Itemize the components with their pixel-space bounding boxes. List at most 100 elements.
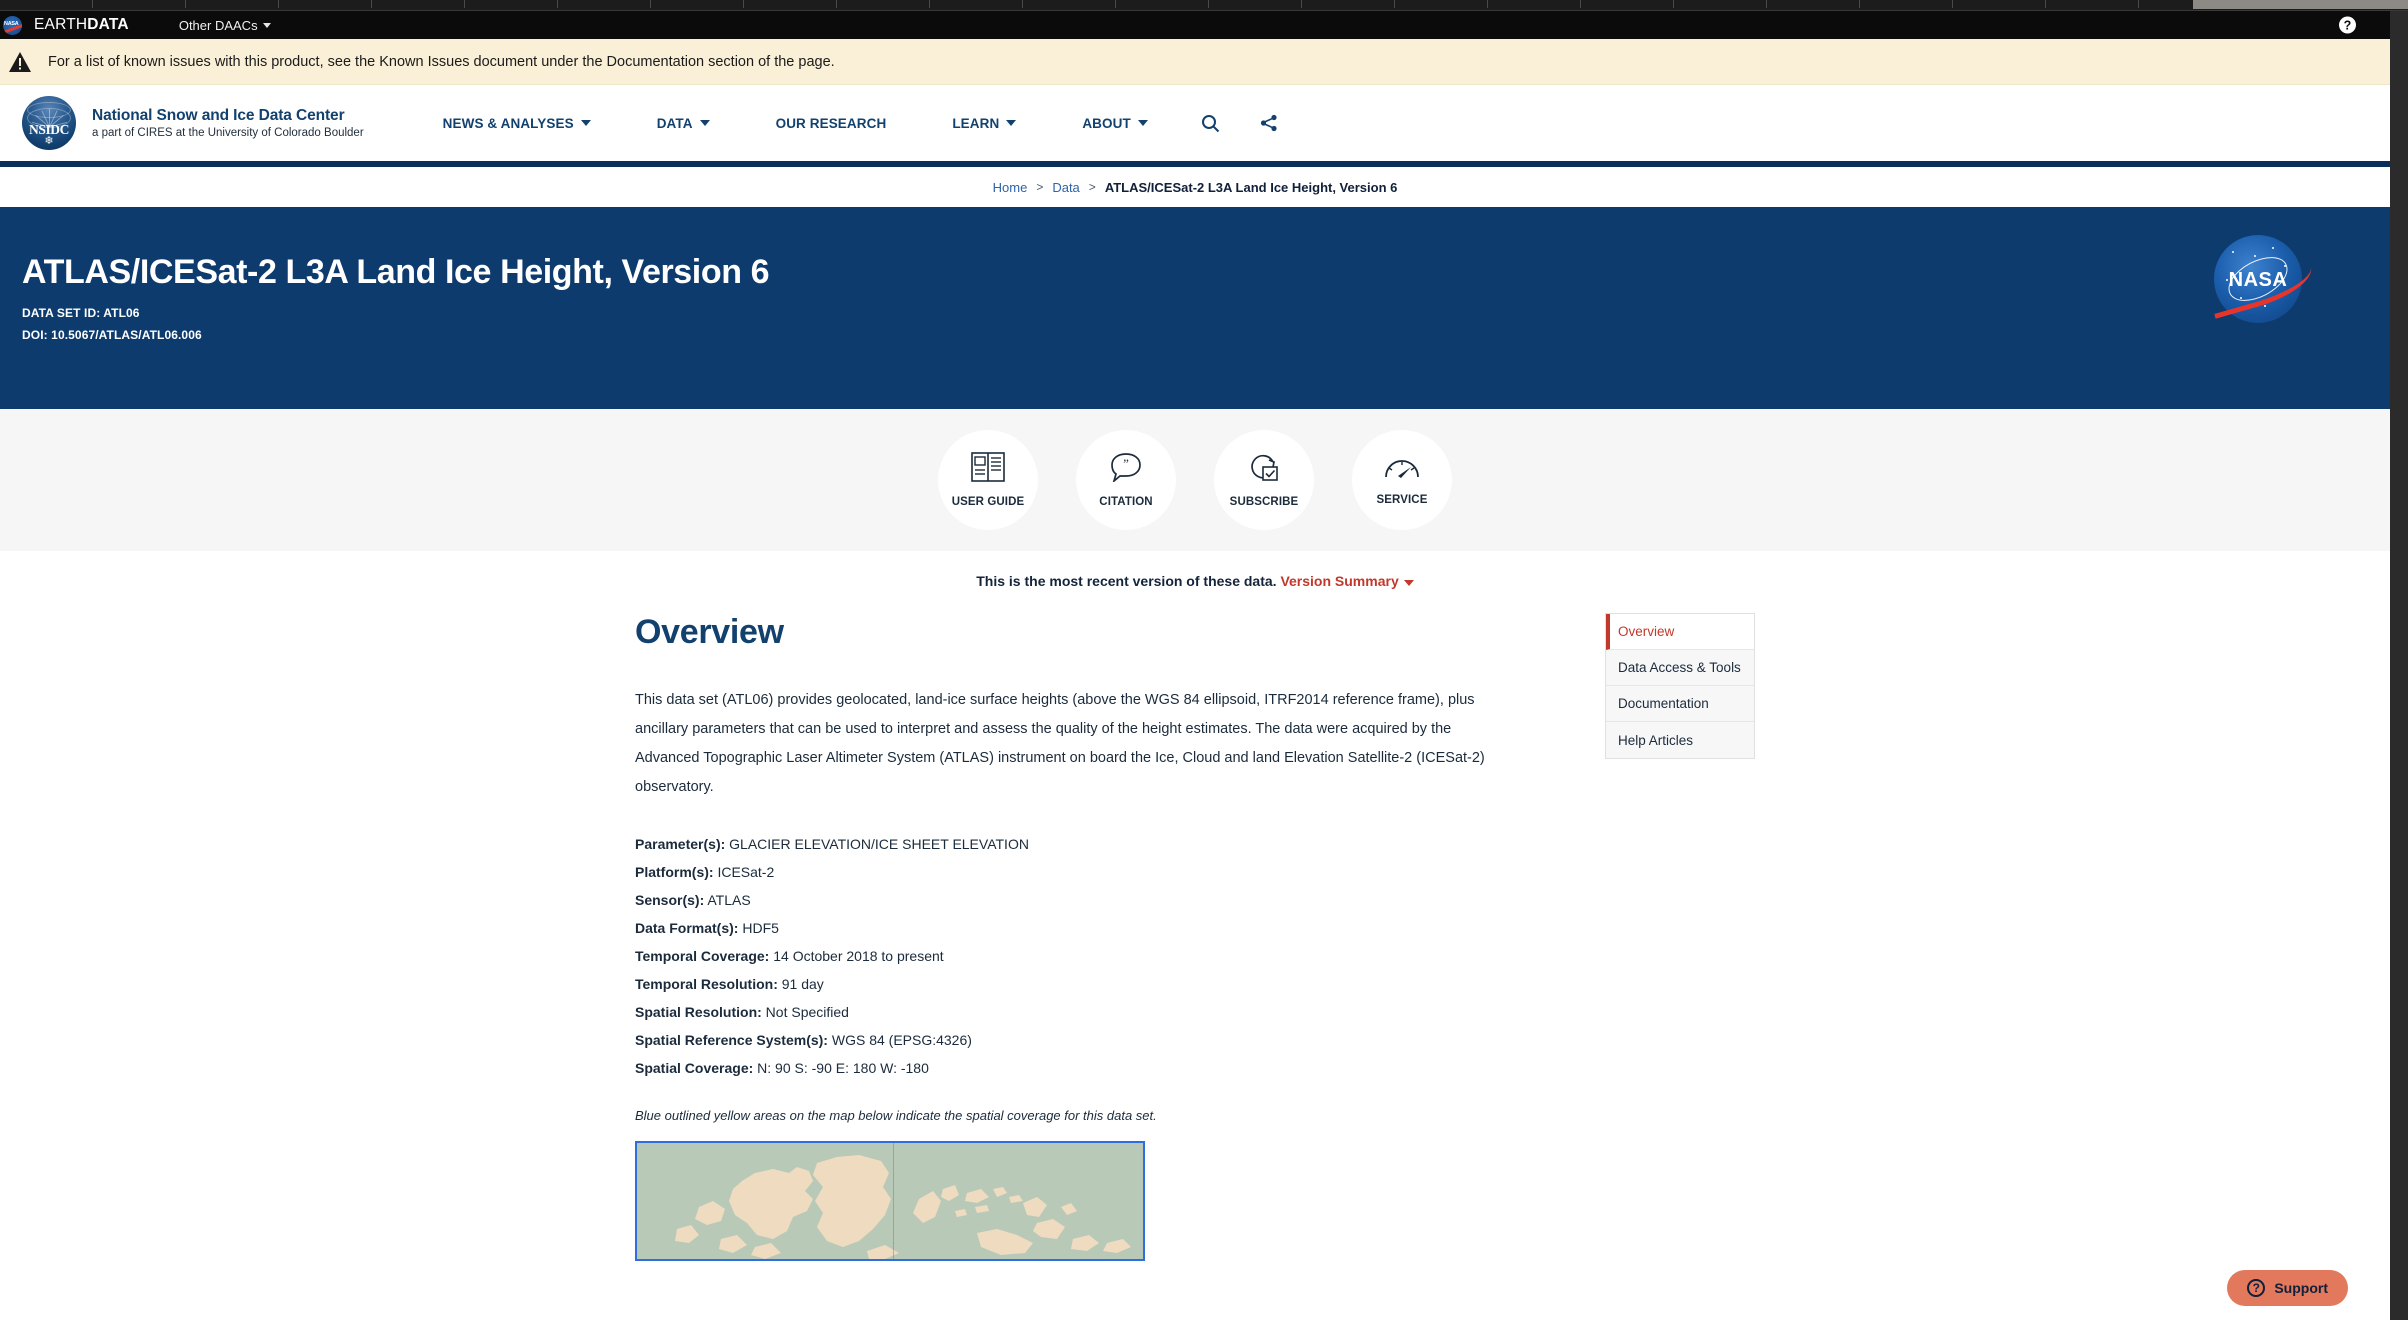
metadata-key: Spatial Reference System(s): [635,1032,828,1048]
user-guide-button[interactable]: USER GUIDE [938,430,1038,530]
metadata-row: Spatial Reference System(s): WGS 84 (EPS… [635,1026,1515,1054]
overview-description: This data set (ATL06) provides geolocate… [635,692,1485,795]
data-set-id: DATA SET ID: ATL06 [22,306,140,320]
metadata-value: 14 October 2018 to present [769,948,944,964]
sidebar-item-documentation[interactable]: Documentation [1606,686,1754,722]
metadata-value: N: 90 S: -90 E: 180 W: -180 [753,1060,929,1076]
metadata-key: Data Format(s): [635,920,739,936]
breadcrumb-separator: > [1036,180,1044,194]
section-side-navigation: Overview Data Access & Tools Documentati… [1605,613,1755,759]
earthdata-wordmark-bold: DATA [87,16,129,33]
chevron-down-icon [1006,120,1017,126]
org-tagline: a part of CIRES at the University of Col… [92,127,364,139]
other-daacs-menu[interactable]: Other DAACs [179,18,271,33]
nav-item-data[interactable]: DATA [624,116,743,131]
org-name: National Snow and Ice Data Center [92,107,345,124]
nav-label: LEARN [952,115,1000,131]
map-landmasses [675,1155,1131,1259]
metadata-row: Spatial Resolution: Not Specified [635,998,1515,1026]
refresh-checkbox-icon [1248,452,1280,487]
metadata-row: Data Format(s): HDF5 [635,914,1515,942]
metadata-list: Parameter(s): GLACIER ELEVATION/ICE SHEE… [635,830,1515,1082]
snowflake-icon: ❄ [44,135,54,147]
nasa-logo-icon: NASA [2204,235,2318,323]
help-icon[interactable]: ? [2339,16,2356,34]
chevron-down-icon [580,120,591,126]
sidebar-item-help-articles[interactable]: Help Articles [1606,722,1754,758]
breadcrumb-current: ATLAS/ICESat-2 L3A Land Ice Height, Vers… [1104,179,1398,195]
metadata-key: Sensor(s): [635,892,705,908]
earthdata-wordmark[interactable]: EARTHDATA [34,16,129,34]
breadcrumb-separator: > [1088,180,1096,194]
breadcrumb-item-home[interactable]: Home [993,180,1028,195]
metadata-row: Parameter(s): GLACIER ELEVATION/ICE SHEE… [635,830,1515,858]
metadata-key: Temporal Resolution: [635,976,778,992]
nav-label: NEWS & ANALYSES [442,115,574,131]
chevron-down-icon [1137,120,1148,126]
metadata-key: Spatial Coverage: [635,1060,754,1076]
metadata-key: Spatial Resolution: [635,1004,762,1020]
book-pages-icon [971,452,1005,487]
nav-label: DATA [656,115,693,131]
nav-item-about[interactable]: ABOUT [1049,116,1181,131]
metadata-value: GLACIER ELEVATION/ICE SHEET ELEVATION [725,836,1029,852]
version-summary-label: Version Summary [1280,573,1399,589]
search-icon[interactable] [1181,114,1240,133]
version-summary-link[interactable]: Version Summary [1280,573,1414,589]
breadcrumb: Home > Data > ATLAS/ICESat-2 L3A Land Ic… [0,167,2390,207]
metadata-key: Temporal Coverage: [635,948,770,964]
metadata-row: Platform(s): ICESat-2 [635,858,1515,886]
metadata-value: Not Specified [761,1004,849,1020]
quick-action-label: SUBSCRIBE [1229,496,1299,508]
chevron-down-icon [699,120,710,126]
sidebar-item-label: Data Access & Tools [1618,660,1741,675]
nav-item-news-analyses[interactable]: NEWS & ANALYSES [410,116,624,131]
metadata-value: 91 day [777,976,824,992]
sidebar-item-label: Help Articles [1618,732,1694,748]
other-daacs-label: Other DAACs [178,17,258,33]
active-tab-indicator[interactable] [2193,0,2408,9]
support-button[interactable]: ? Support [2227,1270,2348,1306]
share-icon[interactable] [1240,114,1298,132]
alert-message: For a list of known issues with this pro… [48,53,835,70]
metadata-row: Temporal Coverage: 14 October 2018 to pr… [635,942,1515,970]
spatial-coverage-map[interactable] [635,1141,1145,1261]
main-content: Overview This data set (ATL06) provides … [0,589,2390,1261]
metadata-value: ICESat-2 [713,864,775,880]
dataset-hero: ATLAS/ICESat-2 L3A Land Ice Height, Vers… [0,207,2390,409]
metadata-key: Parameter(s): [635,836,726,852]
quick-action-label: USER GUIDE [951,496,1025,508]
support-button-label: Support [2274,1280,2328,1296]
metadata-key: Platform(s): [635,864,714,880]
subscribe-button[interactable]: SUBSCRIBE [1214,430,1314,530]
browser-tab-strip [0,0,2408,11]
sidebar-item-overview[interactable]: Overview [1606,614,1754,650]
metadata-row: Sensor(s): ATLAS [635,886,1515,914]
nav-item-our-research[interactable]: OUR RESEARCH [743,116,920,131]
quick-action-label: SERVICE [1376,494,1428,506]
breadcrumb-item-data[interactable]: Data [1052,180,1079,195]
nasa-logo-small-icon[interactable] [3,15,22,35]
question-mark-icon: ? [2247,1279,2266,1297]
nsidc-logo[interactable]: NSIDC ❄ [22,96,76,150]
metadata-value: ATLAS [704,892,751,908]
nav-label: OUR RESEARCH [775,115,887,131]
earthdata-top-bar: EARTHDATA Other DAACs ? [0,11,2390,39]
citation-button[interactable]: ” CITATION [1076,430,1176,530]
metadata-row: Spatial Coverage: N: 90 S: -90 E: 180 W:… [635,1054,1515,1082]
page-viewport: EARTHDATA Other DAACs ? For a list of kn… [0,11,2390,1320]
service-button[interactable]: SERVICE [1352,430,1452,530]
doi-text: DOI: 10.5067/ATLAS/ATL06.006 [22,328,202,342]
warning-triangle-icon [8,51,32,73]
chevron-down-icon [262,22,271,28]
chevron-down-icon [1403,580,1414,586]
gauge-icon [1384,454,1420,485]
sidebar-item-label: Overview [1618,624,1675,639]
nasa-wordmark: NASA [2228,269,2288,291]
metadata-value: WGS 84 (EPSG:4326) [827,1032,972,1048]
nav-item-learn[interactable]: LEARN [919,116,1049,131]
version-notice-text: This is the most recent version of these… [976,573,1277,589]
sidebar-item-data-access-tools[interactable]: Data Access & Tools [1606,650,1754,686]
quote-bubble-icon: ” [1110,452,1142,487]
section-heading-overview: Overview [635,613,784,651]
